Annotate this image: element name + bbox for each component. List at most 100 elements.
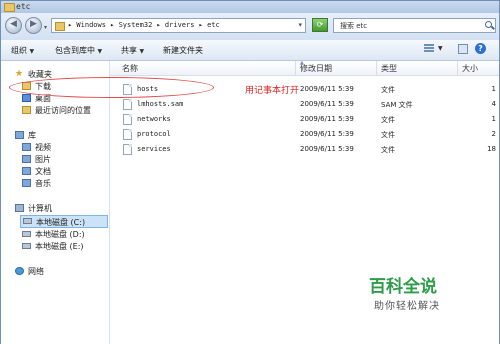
file-size: 18 [487, 145, 496, 153]
include-in-library-label: 包含到库中 [55, 46, 95, 55]
file-name: networks [137, 115, 171, 123]
sidebar-item-documents[interactable]: 文档 [22, 166, 107, 177]
navigation-pane: ★ 收藏夹 下载 桌面 最近访问的位置 库 视频 图片 文档 音乐 计算机 本地… [1, 61, 110, 344]
picture-icon [22, 155, 31, 163]
search-input[interactable]: 搜索 etc [333, 18, 496, 33]
title-bar: etc [1, 1, 499, 13]
sidebar-item-drive-e[interactable]: 本地磁盘 (E:) [22, 241, 107, 252]
recent-places-icon [22, 106, 31, 114]
drive-icon [23, 218, 32, 224]
file-size: 2 [491, 130, 496, 138]
music-icon [22, 179, 31, 187]
watermark-subtitle: 助你轻松解决 [374, 301, 440, 312]
sidebar-item-label: 音乐 [35, 179, 51, 188]
file-list: 名称 ▲ 修改日期 类型 大小 hosts 2009/6/11 5:39 文件 … [110, 60, 499, 344]
share-menu[interactable]: 共享 ▼ [121, 45, 144, 56]
sidebar-item-recent-places[interactable]: 最近访问的位置 [22, 105, 107, 116]
document-icon [22, 167, 31, 175]
sidebar-item-label: 库 [28, 131, 36, 140]
refresh-icon: ⟳ [316, 20, 324, 29]
sidebar-item-label: 本地磁盘 (E:) [35, 242, 84, 251]
address-input[interactable]: ▸ Windows ▸ System32 ▸ drivers ▸ etc ▾ [51, 18, 306, 33]
file-type: 文件 [381, 131, 395, 139]
file-type: 文件 [381, 146, 395, 154]
table-row[interactable]: networks 2009/6/11 5:39 文件 1 [110, 112, 499, 127]
organize-menu[interactable]: 组织 ▼ [11, 45, 34, 56]
new-folder-button[interactable]: 新建文件夹 [163, 45, 203, 56]
column-header-name[interactable]: 名称 [122, 63, 138, 74]
sidebar-item-pictures[interactable]: 图片 [22, 154, 107, 165]
column-divider[interactable] [457, 61, 458, 75]
watermark-title: 百科全说 [369, 277, 437, 297]
sidebar-item-label: 文档 [35, 167, 51, 176]
file-icon [123, 129, 132, 140]
file-name: lmhosts.sam [137, 100, 184, 108]
search-placeholder: 搜索 etc [340, 22, 368, 30]
view-options-icon[interactable] [424, 44, 434, 54]
network-icon [15, 267, 24, 275]
explorer-window: etc ◀ ▶ ▾ ▸ Windows ▸ System32 ▸ drivers… [0, 0, 500, 344]
arrow-left-icon: ◀ [10, 19, 17, 29]
file-type: 文件 [381, 116, 395, 124]
file-icon [123, 144, 132, 155]
file-date: 2009/6/11 5:39 [300, 145, 354, 153]
sidebar-item-drive-d[interactable]: 本地磁盘 (D:) [22, 229, 107, 240]
file-date: 2009/6/11 5:39 [300, 115, 354, 123]
drive-icon [22, 243, 31, 249]
file-name: services [137, 145, 171, 153]
sidebar-item-drive-c[interactable]: 本地磁盘 (C:) [20, 215, 108, 228]
table-row[interactable]: protocol 2009/6/11 5:39 文件 2 [110, 127, 499, 142]
sidebar-item-videos[interactable]: 视频 [22, 142, 107, 153]
file-size: 1 [491, 115, 496, 123]
column-header-type[interactable]: 类型 [381, 63, 397, 74]
column-divider[interactable] [376, 61, 377, 75]
file-type: 文件 [381, 86, 395, 94]
command-bar: 组织 ▼ 包含到库中 ▼ 共享 ▼ 新建文件夹 ▼ ? [1, 40, 499, 61]
sidebar-item-music[interactable]: 音乐 [22, 178, 107, 189]
include-in-library-menu[interactable]: 包含到库中 ▼ [55, 45, 102, 56]
column-divider[interactable] [295, 61, 296, 75]
sidebar-item-libraries[interactable]: 库 [15, 130, 105, 141]
share-label: 共享 [121, 46, 137, 55]
table-row[interactable]: lmhosts.sam 2009/6/11 5:39 SAM 文件 4 [110, 97, 499, 112]
sidebar-item-label: 最近访问的位置 [35, 106, 91, 115]
help-icon[interactable]: ? [475, 43, 486, 54]
sidebar-item-label: 计算机 [28, 204, 52, 213]
drive-icon [22, 231, 31, 237]
column-header-date[interactable]: 修改日期 [300, 63, 332, 74]
window-title: etc [16, 2, 31, 11]
chevron-down-icon: ▼ [29, 48, 35, 55]
column-header-row: 名称 ▲ 修改日期 类型 大小 [110, 60, 499, 76]
forward-button[interactable]: ▶ [25, 17, 42, 34]
library-icon [15, 131, 24, 139]
arrow-right-icon: ▶ [30, 19, 37, 29]
video-icon [22, 143, 31, 151]
back-button[interactable]: ◀ [5, 17, 22, 34]
chevron-down-icon: ▼ [97, 48, 103, 55]
address-path: ▸ Windows ▸ System32 ▸ drivers ▸ etc [68, 21, 220, 29]
folder-icon [55, 22, 65, 31]
file-size: 1 [491, 85, 496, 93]
recent-pages-dropdown[interactable]: ▾ [44, 24, 49, 31]
highlight-circle [9, 77, 214, 98]
chevron-down-icon[interactable]: ▾ [298, 21, 302, 29]
address-bar-area: ◀ ▶ ▾ ▸ Windows ▸ System32 ▸ drivers ▸ e… [1, 13, 499, 40]
chevron-down-icon[interactable]: ▼ [438, 45, 443, 52]
file-icon [123, 99, 132, 110]
table-row[interactable]: services 2009/6/11 5:39 文件 18 [110, 142, 499, 157]
star-icon: ★ [15, 69, 24, 79]
preview-pane-icon[interactable] [458, 44, 468, 54]
folder-icon [4, 3, 15, 12]
sidebar-item-computer[interactable]: 计算机 [15, 203, 105, 214]
column-header-size[interactable]: 大小 [462, 63, 478, 74]
sidebar-item-label: 本地磁盘 (D:) [35, 230, 85, 239]
desktop-icon [22, 94, 31, 102]
file-date: 2009/6/11 5:39 [300, 100, 354, 108]
search-icon[interactable] [485, 21, 492, 28]
computer-icon [15, 204, 24, 212]
file-type: SAM 文件 [381, 101, 413, 109]
refresh-button[interactable]: ⟳ [312, 18, 328, 32]
sidebar-item-network[interactable]: 网络 [15, 266, 105, 277]
file-icon [123, 114, 132, 125]
organize-label: 组织 [11, 46, 27, 55]
